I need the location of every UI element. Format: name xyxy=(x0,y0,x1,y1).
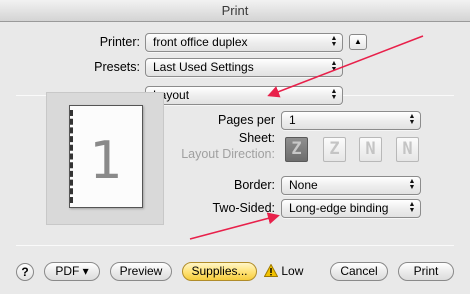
pages-per-sheet-label: Pages per Sheet: xyxy=(218,113,275,145)
border-label: Border: xyxy=(234,178,275,192)
print-button[interactable]: Print xyxy=(398,262,454,281)
warning-icon xyxy=(263,263,279,277)
presets-label: Presets: xyxy=(94,60,140,74)
preview-button-label: Preview xyxy=(119,264,163,278)
popup-arrows-icon: ▲ ▼ xyxy=(330,60,338,73)
popup-arrows-icon: ▲ ▼ xyxy=(330,35,338,48)
footer-separator xyxy=(16,245,454,246)
popup-arrows-icon: ▲ ▼ xyxy=(330,88,338,101)
preview-page-number: 1 xyxy=(89,131,123,191)
direction-z-reverse-button[interactable]: Z xyxy=(323,137,346,162)
pdf-button-label: PDF ▾ xyxy=(55,264,89,278)
printer-label: Printer: xyxy=(99,35,140,49)
print-button-label: Print xyxy=(413,264,439,278)
help-icon: ? xyxy=(21,265,29,279)
printer-value: front office duplex xyxy=(153,35,248,49)
direction-z-button[interactable]: Z xyxy=(285,137,308,162)
page-preview: 1 xyxy=(46,92,164,225)
ink-level-indicator: Low xyxy=(263,263,304,279)
border-popup[interactable]: None ▲ ▼ xyxy=(281,176,421,195)
popup-arrows-icon: ▲ ▼ xyxy=(408,201,416,214)
cancel-button-label: Cancel xyxy=(340,264,378,278)
disclosure-triangle-button[interactable]: ▲ xyxy=(349,34,367,50)
two-sided-value: Long-edge binding xyxy=(289,201,389,215)
layout-direction-label: Layout Direction: xyxy=(181,147,275,161)
triangle-up-icon: ▲ xyxy=(354,37,362,46)
supplies-button[interactable]: Supplies... xyxy=(182,262,257,281)
preview-page: 1 xyxy=(69,105,143,208)
direction-z-reverse-icon: Z xyxy=(329,139,340,159)
direction-n-reverse-icon: N xyxy=(402,139,413,159)
two-sided-popup[interactable]: Long-edge binding ▲ ▼ xyxy=(281,199,421,218)
cancel-button[interactable]: Cancel xyxy=(330,262,388,281)
printer-popup[interactable]: front office duplex ▲ ▼ xyxy=(145,33,343,52)
pages-per-sheet-value: 1 xyxy=(289,113,296,127)
ink-level-text: Low xyxy=(281,264,304,278)
two-sided-label: Two-Sided: xyxy=(212,201,275,215)
pdf-menu-button[interactable]: PDF ▾ xyxy=(44,262,100,281)
direction-n-reverse-button[interactable]: N xyxy=(396,137,419,162)
window-title: Print xyxy=(221,3,249,18)
border-value: None xyxy=(289,178,318,192)
supplies-button-label: Supplies... xyxy=(191,264,248,278)
preview-button[interactable]: Preview xyxy=(110,262,172,281)
help-button[interactable]: ? xyxy=(16,263,34,281)
pane-popup[interactable]: Layout ▲ ▼ xyxy=(145,86,343,105)
direction-n-icon: N xyxy=(365,139,376,159)
popup-arrows-icon: ▲ ▼ xyxy=(408,113,416,126)
direction-z-icon: Z xyxy=(291,139,302,159)
presets-value: Last Used Settings xyxy=(153,60,254,74)
presets-popup[interactable]: Last Used Settings ▲ ▼ xyxy=(145,58,343,77)
direction-n-button[interactable]: N xyxy=(359,137,382,162)
window-title-bar: Print xyxy=(0,0,470,22)
pages-per-sheet-popup[interactable]: 1 ▲ ▼ xyxy=(281,111,421,130)
popup-arrows-icon: ▲ ▼ xyxy=(408,178,416,191)
